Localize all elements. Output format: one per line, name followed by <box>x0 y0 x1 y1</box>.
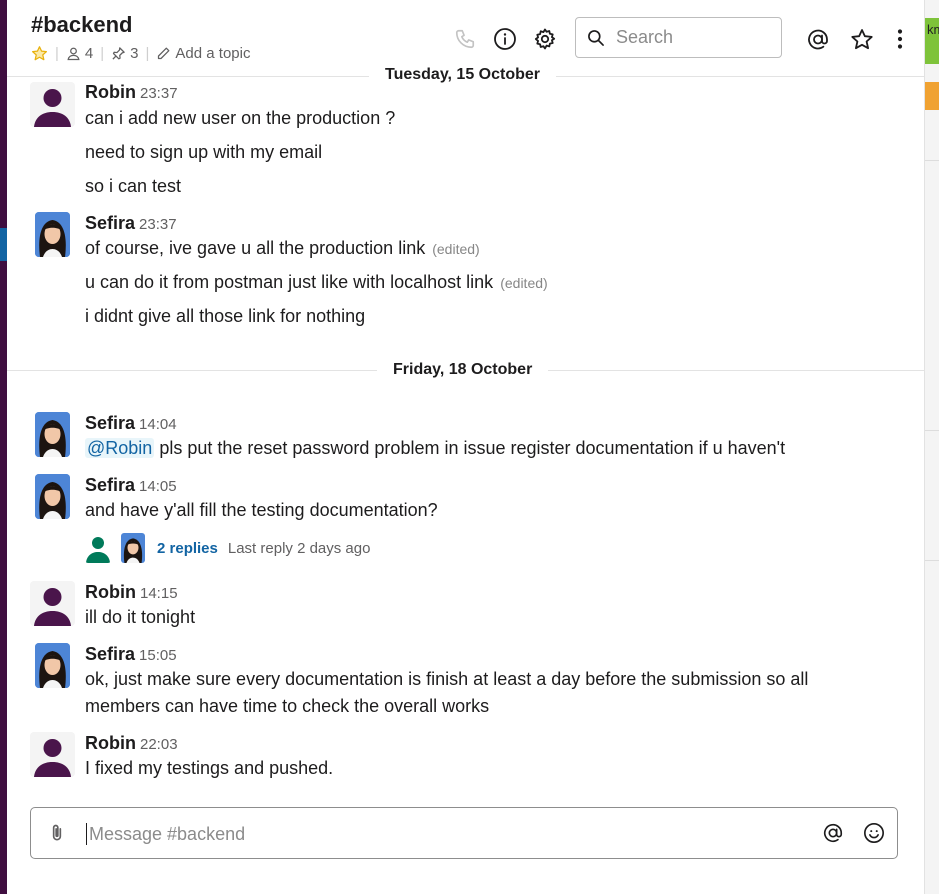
thread-last-reply: Last reply 2 days ago <box>227 539 371 557</box>
person-icon <box>67 47 80 61</box>
starred-items-button[interactable] <box>850 27 874 51</box>
message-author[interactable]: Sefira 23:37 <box>85 213 177 234</box>
adjacent-divider <box>925 160 939 161</box>
message-timestamp[interactable]: 14:05 <box>139 478 177 495</box>
adjacent-orange-block <box>925 82 939 110</box>
user-photo-avatar <box>35 474 70 519</box>
gear-icon <box>534 28 556 50</box>
info-icon <box>494 28 516 50</box>
thread-replies-link[interactable]: 2 replies <box>157 540 218 557</box>
channel-details-button[interactable] <box>493 27 517 51</box>
sidebar-selected-indicator <box>0 228 7 261</box>
avatar[interactable] <box>35 643 70 688</box>
thread-summary[interactable]: 2 replies Last reply 2 days ago <box>85 533 370 563</box>
member-count-button[interactable]: 4 <box>66 45 93 62</box>
message-author[interactable]: Robin 22:03 <box>85 733 178 754</box>
avatar[interactable] <box>30 581 75 626</box>
channel-meta: | 4 | 3 | Add a topic <box>31 45 250 62</box>
default-user-avatar-icon <box>34 588 71 626</box>
edited-label: (edited) <box>500 275 548 291</box>
avatar[interactable] <box>35 474 70 519</box>
message-author[interactable]: Robin 23:37 <box>85 82 178 103</box>
at-icon <box>823 823 843 843</box>
member-count: 4 <box>84 45 94 62</box>
message-input[interactable] <box>87 819 791 849</box>
message-timestamp[interactable]: 14:04 <box>139 416 177 433</box>
user-photo-avatar <box>35 412 70 457</box>
message-text: so i can test <box>85 176 182 196</box>
adjacent-text-fragment: km <box>927 22 939 37</box>
message-timestamp[interactable]: 23:37 <box>139 216 177 233</box>
workspace-sidebar-edge <box>0 0 7 894</box>
message-text: i didnt give all those link for nothing <box>85 306 366 326</box>
call-button[interactable] <box>453 27 477 51</box>
message-timestamp[interactable]: 14:15 <box>140 585 178 602</box>
default-user-avatar-icon <box>86 537 110 563</box>
thread-participant-avatar <box>121 533 145 563</box>
message-author[interactable]: Sefira 14:04 <box>85 413 177 434</box>
message-text: members can have time to check the overa… <box>85 696 490 716</box>
emoji-button[interactable] <box>863 822 885 849</box>
user-photo-avatar <box>35 212 70 257</box>
pinned-count: 3 <box>130 45 139 62</box>
day-divider-label[interactable]: Tuesday, 15 October <box>369 64 557 86</box>
star-channel-button[interactable] <box>31 45 48 62</box>
avatar[interactable] <box>30 82 75 127</box>
default-user-avatar-icon <box>34 739 71 777</box>
user-mention-link[interactable]: @Robin <box>85 438 155 458</box>
adjacent-window-edge: km <box>924 0 939 894</box>
add-topic-button[interactable]: Add a topic <box>156 45 250 62</box>
message-text: ill do it tonight <box>85 607 196 627</box>
pin-icon <box>112 47 125 60</box>
more-vertical-icon <box>897 29 903 49</box>
mentions-button[interactable] <box>806 27 830 51</box>
star-icon <box>851 28 873 49</box>
more-button[interactable] <box>888 27 912 51</box>
message-text: can i add new user on the production ? <box>85 108 396 128</box>
avatar[interactable] <box>35 212 70 257</box>
thread-participant-avatar <box>85 533 111 563</box>
default-user-avatar-icon <box>34 89 71 127</box>
message-timestamp[interactable]: 23:37 <box>140 85 178 102</box>
message-text: need to sign up with my email <box>85 142 323 162</box>
emoji-icon <box>864 823 884 843</box>
mention-button[interactable] <box>822 822 844 849</box>
search-input[interactable] <box>614 26 768 49</box>
adjacent-divider <box>925 560 939 561</box>
attach-file-button[interactable] <box>47 822 67 849</box>
user-photo-avatar <box>121 533 145 563</box>
search-box[interactable] <box>575 17 782 58</box>
day-divider: Friday, 18 October <box>7 359 924 381</box>
channel-settings-button[interactable] <box>533 27 557 51</box>
pencil-icon <box>158 47 170 60</box>
day-divider-label[interactable]: Friday, 18 October <box>377 359 549 381</box>
channel-view: #backend | 4 | 3 | Add a topic Search Tu… <box>7 0 924 894</box>
message-author[interactable]: Sefira 15:05 <box>85 644 177 665</box>
phone-icon <box>455 29 475 49</box>
message-timestamp[interactable]: 22:03 <box>140 736 178 753</box>
paperclip-icon <box>52 824 62 841</box>
message-text: @Robin pls put the reset password proble… <box>85 438 786 458</box>
edited-label: (edited) <box>432 241 480 257</box>
message-text: I fixed my testings and pushed. <box>85 758 334 778</box>
message-author[interactable]: Robin 14:15 <box>85 582 178 603</box>
adjacent-divider <box>925 430 939 431</box>
add-topic-label: Add a topic <box>175 45 251 62</box>
message-text: and have y'all fill the testing document… <box>85 500 438 520</box>
message-timestamp[interactable]: 15:05 <box>139 647 177 664</box>
message-text: of course, ive gave u all the production… <box>85 238 480 258</box>
search-icon <box>588 29 604 46</box>
message-text: ok, just make sure every documentation i… <box>85 669 809 689</box>
message-composer <box>30 807 898 859</box>
message-text: u can do it from postman just like with … <box>85 272 548 292</box>
pinned-count-button[interactable]: 3 <box>111 45 139 62</box>
user-photo-avatar <box>35 643 70 688</box>
avatar[interactable] <box>30 732 75 777</box>
at-icon <box>808 29 828 49</box>
channel-title[interactable]: #backend <box>31 12 133 38</box>
star-icon <box>31 46 48 61</box>
message-author[interactable]: Sefira 14:05 <box>85 475 177 496</box>
day-divider: Tuesday, 15 October <box>7 64 924 86</box>
avatar[interactable] <box>35 412 70 457</box>
